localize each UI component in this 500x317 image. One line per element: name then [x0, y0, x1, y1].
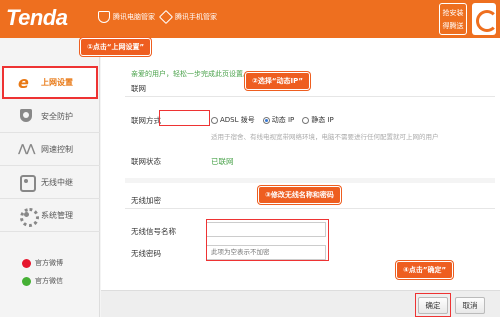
- connection-type-label: 联网方式: [131, 116, 161, 125]
- status-value: 已联网: [211, 157, 234, 166]
- radio-adsl[interactable]: ADSL 拨号: [211, 115, 255, 125]
- radio-adsl-label: ADSL 拨号: [220, 116, 255, 124]
- radio-circle: [302, 116, 310, 124]
- radio-circle-selected: [262, 116, 270, 124]
- ie-icon: e: [18, 72, 29, 92]
- connection-type-group: ADSL 拨号 动态 IP 静态 IP: [211, 115, 334, 125]
- wechat-link[interactable]: 官方微信: [22, 276, 63, 286]
- top-bar: Tenda 腾讯电脑管家 腾讯手机管家 抢安装 得腾送: [0, 0, 500, 38]
- sidebar-item-internet-settings[interactable]: e 上网设置: [2, 66, 98, 99]
- cancel-button[interactable]: 取消: [455, 297, 485, 314]
- section-separator: [125, 178, 495, 183]
- shield-icon: [18, 109, 34, 123]
- diamond-icon: [160, 11, 172, 23]
- step2-highlight: [159, 110, 210, 126]
- tenda-logo: Tenda: [6, 5, 68, 30]
- weibo-label: 官方微博: [35, 259, 63, 267]
- sidebar: e 上网设置 安全防护 ⋀⋀ 网速控制 无线中继 系统管理 官方微博 官方微信: [0, 38, 100, 317]
- install-label-1: 抢安装: [442, 9, 464, 17]
- mobile-manager-label: 腾讯手机管家: [175, 13, 217, 21]
- sidebar-item-system-management[interactable]: 系统管理: [0, 199, 100, 232]
- sidebar-item-security[interactable]: 安全防护: [0, 100, 100, 133]
- divider: [125, 208, 495, 209]
- radio-dhcp-label: 动态 IP: [271, 116, 295, 124]
- wave-icon: ⋀⋀: [18, 142, 36, 155]
- gear-icon: [18, 208, 39, 227]
- ssid-label: 无线信号名称: [131, 227, 176, 236]
- wechat-label: 官方微信: [35, 277, 63, 285]
- sidebar-item-speed-control[interactable]: ⋀⋀ 网速控制: [0, 133, 100, 166]
- radio-dhcp[interactable]: 动态 IP: [262, 115, 295, 125]
- install-button[interactable]: 抢安装 得腾送: [439, 3, 467, 35]
- radio-circle: [211, 116, 218, 124]
- sidebar-item-label: 上网设置: [41, 78, 73, 87]
- step3-highlight: [206, 219, 329, 261]
- password-label: 无线密码: [131, 249, 161, 258]
- status-label: 联网状态: [131, 157, 161, 166]
- weibo-link[interactable]: 官方微博: [22, 258, 63, 268]
- step1-callout: ①点击“上网设置”: [80, 38, 152, 56]
- wireless-section-title: 无线加密: [131, 196, 161, 205]
- connection-hint: 适用于宿舍、有线电视宽带网络环境，电脑不需要进行任何配置就可上网的用户: [211, 133, 439, 141]
- radio-static-label: 静态 IP: [311, 116, 334, 124]
- weibo-icon: [22, 258, 31, 268]
- pc-manager-link[interactable]: 腾讯电脑管家: [98, 11, 155, 23]
- welcome-text: 亲爱的用户，轻松一步完成此页设置。: [131, 70, 250, 78]
- sidebar-item-wireless-repeater[interactable]: 无线中继: [0, 166, 100, 199]
- wechat-icon: [22, 276, 31, 286]
- brand-app-icon[interactable]: [472, 3, 498, 35]
- wifi-repeater-icon: [18, 175, 36, 192]
- sidebar-item-label: 系统管理: [41, 210, 73, 220]
- pc-manager-label: 腾讯电脑管家: [113, 13, 155, 21]
- shield-icon: [98, 11, 110, 23]
- radio-static[interactable]: 静态 IP: [302, 115, 334, 125]
- step4-callout: ④点击”确定”: [396, 261, 454, 279]
- router-admin-page: Tenda 腾讯电脑管家 腾讯手机管家 抢安装 得腾送 e 上网设置 安全防护 …: [0, 0, 500, 317]
- install-label-2: 得腾送: [442, 22, 464, 30]
- step2-callout: ②选择“动态IP”: [245, 72, 310, 90]
- confirm-button[interactable]: 确定: [418, 297, 448, 314]
- network-section-title: 联网: [131, 84, 146, 93]
- sidebar-item-label: 无线中继: [41, 177, 73, 187]
- divider: [125, 96, 495, 97]
- sidebar-item-label: 网速控制: [41, 144, 73, 154]
- sidebar-item-label: 安全防护: [41, 111, 73, 121]
- mobile-manager-link[interactable]: 腾讯手机管家: [160, 11, 217, 23]
- step3-callout: ③修改无线名称和密码: [258, 186, 341, 204]
